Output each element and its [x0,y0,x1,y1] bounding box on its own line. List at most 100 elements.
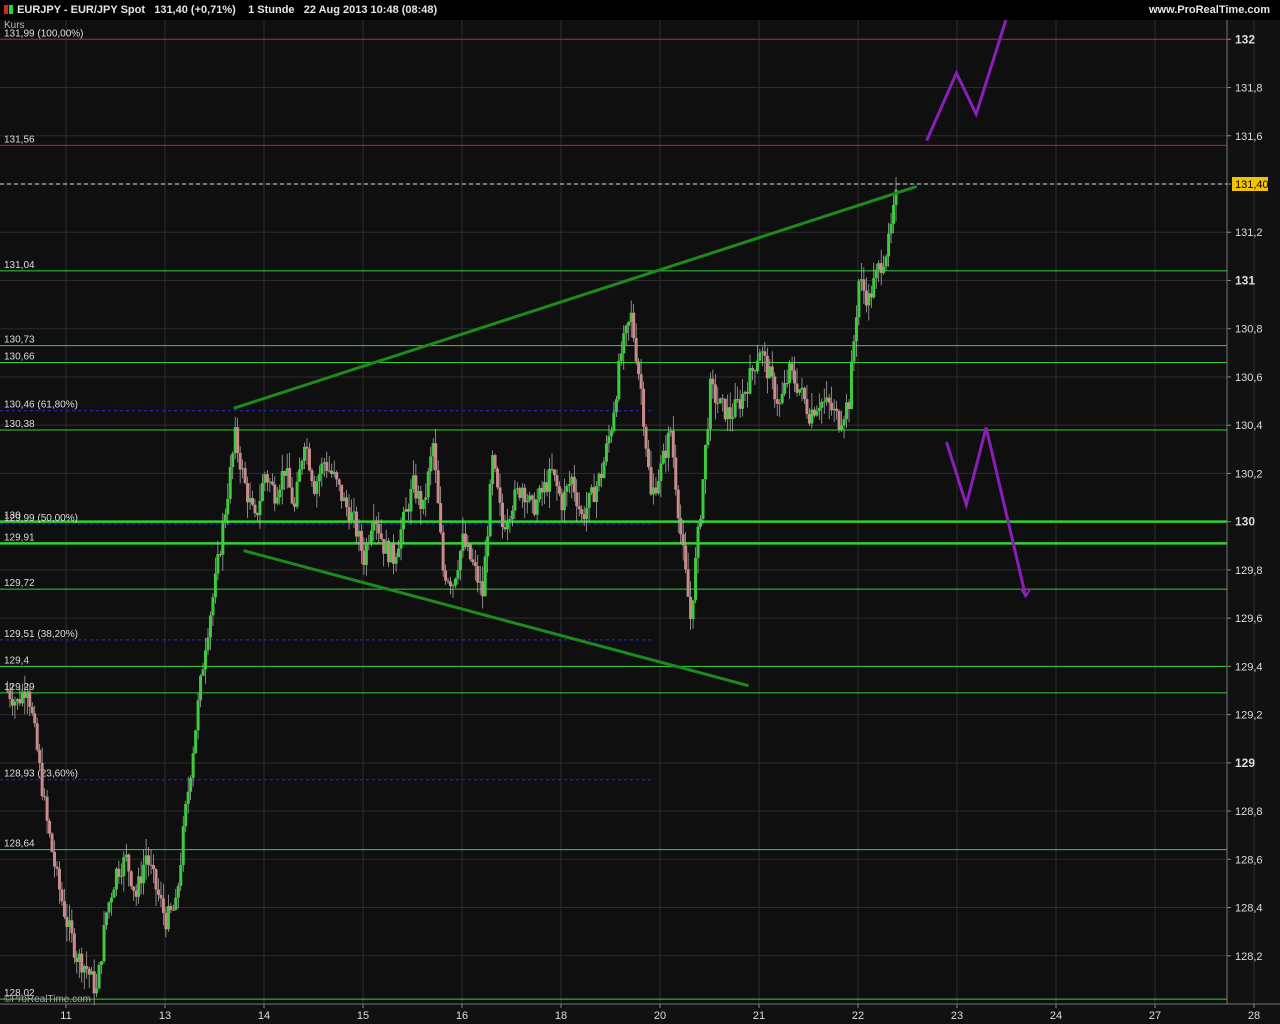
candle-body [758,352,762,361]
chart-background [0,0,1280,1024]
x-tick-label: 14 [258,1010,270,1022]
candle-body [453,578,457,586]
candle-body [307,448,311,471]
candle-body [733,399,737,418]
candle-body [60,889,64,902]
level-label: 128,64 [4,839,35,850]
candle-body [493,455,497,469]
candle-body [315,481,319,494]
candle-body [706,428,710,446]
y-tick-label: 129 [1235,756,1255,770]
candle-body [436,470,440,504]
candle-body [565,486,569,492]
y-tick-label: 131,6 [1235,131,1263,143]
x-tick-label: 18 [555,1010,567,1022]
candle-body [510,510,514,520]
y-tick-label: 130,6 [1235,372,1263,384]
candle-body [119,875,123,877]
panel-label: Kurs [4,20,25,31]
level-label: 130,73 [4,335,35,346]
candle-body [699,518,702,527]
candle-body [872,278,876,298]
candle-body [265,474,269,483]
candle-body [874,269,878,279]
candle-body [169,905,173,910]
x-tick-label: 15 [357,1010,369,1022]
candle-body [820,401,824,408]
x-tick-label: 27 [1149,1010,1161,1022]
candle-body [189,777,193,792]
timeframe: 1 Stunde [248,4,295,16]
candle-body [634,337,638,362]
candle-body [486,536,490,557]
candle-body [337,479,341,485]
current-price-label: 131,40 [1235,179,1269,191]
candle-body [206,637,210,651]
candle-body [476,566,480,583]
y-tick-label: 130,4 [1235,420,1263,432]
candle-body [666,432,670,458]
candle-body [691,600,695,619]
candle-body [612,412,616,431]
candle-body [614,399,618,413]
candle-body [488,484,492,537]
candle-body [305,446,309,449]
candle-body [637,361,641,375]
y-tick-label: 128,6 [1235,854,1263,866]
candle-body [394,557,398,564]
candle-body [728,407,732,419]
candle-body [72,933,76,958]
level-label: 130,66 [4,351,35,362]
candle-body [107,902,111,913]
candle-body [639,374,643,389]
candle-body [426,471,430,498]
level-label: 131,04 [4,260,35,271]
y-tick-label: 129,2 [1235,710,1263,722]
candle-body [557,486,561,494]
chart-header: EURJPY - EUR/JPY Spot 131,40 (+0,71%) 1 … [0,0,1280,20]
candle-body [862,279,866,291]
candle-body [802,387,806,400]
candle-body [889,223,893,234]
candle-body [525,500,529,503]
candle-body [429,456,433,472]
candle-body [62,901,66,917]
candle-body [842,419,846,426]
price-chart[interactable]: 131,99 (100,00%)131,56131,04130,73130,66… [0,0,1280,1024]
candle-body [632,312,636,338]
candle-body [35,723,39,750]
level-label: 130,38 [4,419,35,430]
candle-body [238,452,242,470]
candle-body [535,499,539,515]
candle-body [208,615,212,638]
candle-body [577,506,581,510]
candle-body [713,384,717,403]
candle-body [748,368,752,394]
candle-body [377,524,381,534]
candle-body [176,885,180,898]
candle-body [444,570,448,581]
candle-body [409,488,413,512]
candle-body [441,532,445,571]
x-tick-label: 28 [1248,1010,1260,1022]
candle-body [181,826,185,866]
candle-body [201,669,205,676]
candle-body [471,559,475,563]
candle-body [45,796,49,821]
brand-link[interactable]: www.ProRealTime.com [1149,4,1270,16]
candle-body [367,542,371,544]
candle-body [575,492,579,507]
candle-body [186,791,190,804]
candle-body [48,820,52,834]
candle-body [696,526,700,558]
candle-body [100,961,104,965]
candle-body [508,519,512,523]
candle-body [642,388,646,427]
candle-body [231,453,235,468]
candle-body [122,857,126,876]
candle-body [840,425,844,430]
candle-body [548,468,552,492]
candle-body [369,530,373,543]
candle-body [755,360,759,372]
candle-body [892,204,896,224]
